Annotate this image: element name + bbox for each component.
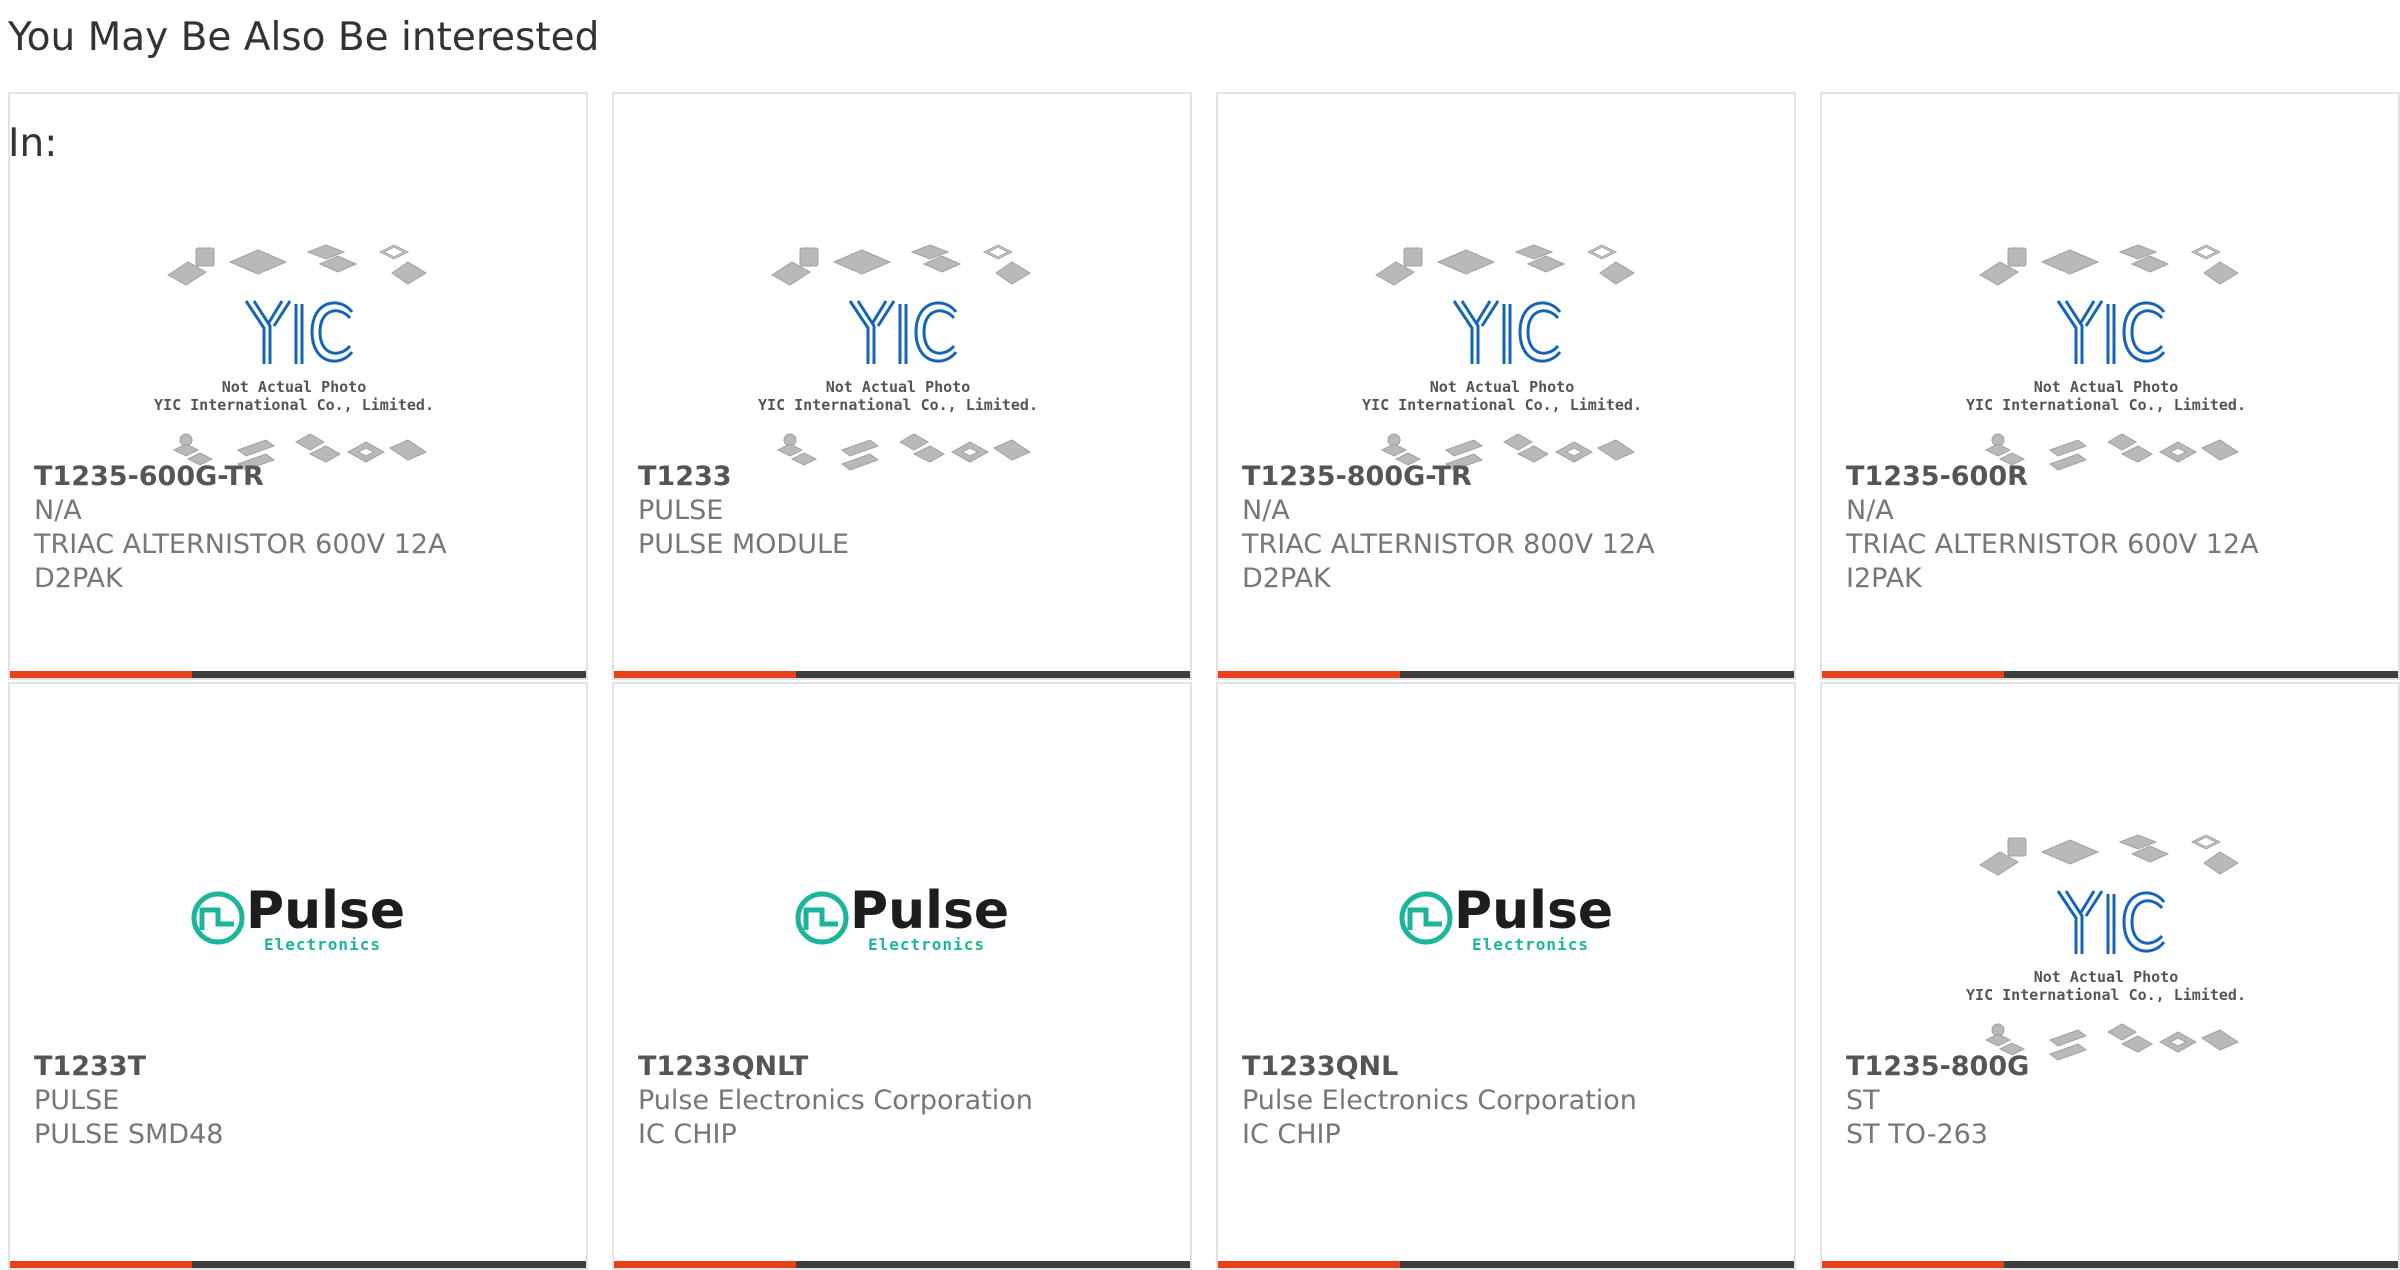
product-manufacturer: Pulse Electronics Corporation xyxy=(1242,1085,1637,1116)
section-title-suffix: In: xyxy=(8,121,58,166)
product-info: T1233QNL Pulse Electronics Corporation IC … xyxy=(1242,1050,1784,1152)
product-part-number[interactable]: T1235-800G xyxy=(1846,1050,2388,1084)
product-part-number[interactable]: T1233QNL xyxy=(1242,1050,1784,1084)
card-accent-bar xyxy=(1218,671,1400,678)
pulse-logo-word: Pulse xyxy=(850,881,1009,941)
card-accent-bar xyxy=(10,1261,192,1268)
product-card[interactable]: Not Actual Photo YIC International Co., … xyxy=(8,92,588,680)
placeholder-caption-line1: Not Actual Photo xyxy=(826,378,971,396)
product-info: T1233 PULSE PULSE MODULE xyxy=(638,460,1180,562)
placeholder-caption-line1: Not Actual Photo xyxy=(2034,968,2179,986)
placeholder-caption-line2: YIC International Co., Limited. xyxy=(154,396,434,414)
product-description: ST TO-263 xyxy=(1846,1119,1988,1150)
card-bottom-bar xyxy=(1822,1261,2398,1268)
pulse-logo-word: Pulse xyxy=(1454,881,1613,941)
product-description: TRIAC ALTERNISTOR 600V 12A xyxy=(1846,529,2259,560)
placeholder-caption-line2: YIC International Co., Limited. xyxy=(758,396,1038,414)
product-info: T1235-600R N/A TRIAC ALTERNISTOR 600V 12A I… xyxy=(1846,460,2388,596)
card-bottom-bar xyxy=(1218,671,1794,678)
pulse-logo-sub: Electronics xyxy=(264,935,381,954)
product-description: IC CHIP xyxy=(1242,1119,1341,1150)
placeholder-caption-line2: YIC International Co., Limited. xyxy=(1966,396,2246,414)
card-bottom-bar xyxy=(10,1261,586,1268)
product-manufacturer: N/A xyxy=(34,495,82,526)
card-bottom-bar xyxy=(10,671,586,678)
product-card[interactable]: Pulse Electronics T1233T PULSE PULSE SMD48 xyxy=(8,682,588,1270)
card-accent-bar xyxy=(1218,1261,1400,1268)
product-package: I2PAK xyxy=(1846,563,1922,594)
product-part-number[interactable]: T1235-600G-TR xyxy=(34,460,576,494)
card-accent-bar xyxy=(10,671,192,678)
product-manufacturer: PULSE xyxy=(34,1085,120,1116)
product-description: TRIAC ALTERNISTOR 800V 12A xyxy=(1242,529,1655,560)
product-description: PULSE SMD48 xyxy=(34,1119,224,1150)
placeholder-caption-line2: YIC International Co., Limited. xyxy=(1966,986,2246,1004)
product-manufacturer: PULSE xyxy=(638,495,724,526)
card-accent-bar xyxy=(614,671,796,678)
placeholder-caption-line1: Not Actual Photo xyxy=(222,378,367,396)
product-manufacturer: ST xyxy=(1846,1085,1880,1116)
placeholder-caption-line2: YIC International Co., Limited. xyxy=(1362,396,1642,414)
product-card[interactable]: Pulse Electronics T1233QNLT Pulse Electro… xyxy=(612,682,1192,1270)
pulse-logo-word: Pulse xyxy=(246,881,405,941)
product-info: T1233T PULSE PULSE SMD48 xyxy=(34,1050,576,1152)
product-card[interactable]: Not Actual Photo YIC International Co., … xyxy=(1216,92,1796,680)
card-bottom-bar xyxy=(614,1261,1190,1268)
product-part-number[interactable]: T1235-800G-TR xyxy=(1242,460,1784,494)
product-info: T1235-800G-TR N/A TRIAC ALTERNISTOR 800V 1… xyxy=(1242,460,1784,596)
card-accent-bar xyxy=(614,1261,796,1268)
placeholder-caption-line1: Not Actual Photo xyxy=(1430,378,1575,396)
pulse-logo-sub: Electronics xyxy=(868,935,985,954)
card-accent-bar xyxy=(1822,671,2004,678)
product-manufacturer: N/A xyxy=(1242,495,1290,526)
placeholder-caption-line1: Not Actual Photo xyxy=(2034,378,2179,396)
product-card[interactable]: Not Actual Photo YIC International Co., … xyxy=(612,92,1192,680)
product-description: IC CHIP xyxy=(638,1119,737,1150)
card-bottom-bar xyxy=(1218,1261,1794,1268)
product-package: D2PAK xyxy=(34,563,123,594)
product-card[interactable]: Not Actual Photo YIC International Co., … xyxy=(1820,92,2400,680)
product-description: TRIAC ALTERNISTOR 600V 12A xyxy=(34,529,447,560)
card-accent-bar xyxy=(1822,1261,2004,1268)
product-info: T1235-600G-TR N/A TRIAC ALTERNISTOR 600V 1… xyxy=(34,460,576,596)
card-bottom-bar xyxy=(614,671,1190,678)
product-card[interactable]: Pulse Electronics T1233QNL Pulse Electron… xyxy=(1216,682,1796,1270)
product-part-number[interactable]: T1235-600R xyxy=(1846,460,2388,494)
product-description: PULSE MODULE xyxy=(638,529,850,560)
product-manufacturer: Pulse Electronics Corporation xyxy=(638,1085,1033,1116)
product-part-number[interactable]: T1233T xyxy=(34,1050,576,1084)
product-package: D2PAK xyxy=(1242,563,1331,594)
product-manufacturer: N/A xyxy=(1846,495,1894,526)
section-title: You May Be Also Be interested xyxy=(8,15,600,60)
pulse-logo-sub: Electronics xyxy=(1472,935,1589,954)
product-info: T1235-800G ST ST TO-263 xyxy=(1846,1050,2388,1152)
card-bottom-bar xyxy=(1822,671,2398,678)
product-info: T1233QNLT Pulse Electronics Corporation IC… xyxy=(638,1050,1180,1152)
product-part-number[interactable]: T1233QNLT xyxy=(638,1050,1180,1084)
product-card[interactable]: Not Actual Photo YIC International Co., … xyxy=(1820,682,2400,1270)
product-part-number[interactable]: T1233 xyxy=(638,460,1180,494)
